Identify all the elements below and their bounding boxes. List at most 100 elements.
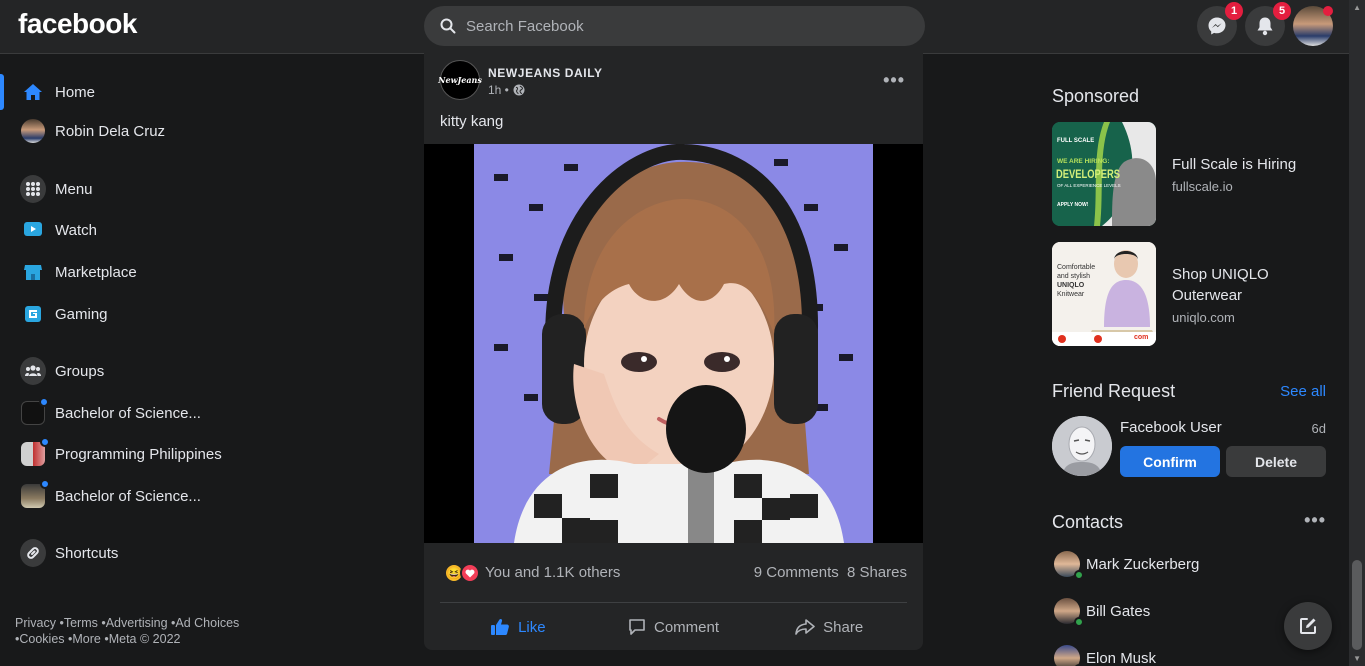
sidebar-item-home[interactable]: Home bbox=[0, 72, 300, 112]
sidebar-item-label: Marketplace bbox=[55, 263, 137, 281]
reaction-icons[interactable]: 😆 bbox=[444, 563, 480, 583]
sidebar-item-menu[interactable]: Menu bbox=[0, 169, 300, 209]
account-alert-dot bbox=[1323, 6, 1333, 16]
actions-divider bbox=[440, 602, 907, 603]
footer-links-line-2[interactable]: •Cookies •More •Meta © 2022 bbox=[15, 631, 285, 647]
account-avatar[interactable] bbox=[1293, 6, 1333, 46]
search-input[interactable] bbox=[466, 17, 906, 35]
sidebar-item-shortcuts[interactable]: Shortcuts bbox=[0, 533, 300, 573]
scroll-down-arrow-icon[interactable]: ▼ bbox=[1353, 654, 1361, 663]
sidebar-item-label: Shortcuts bbox=[55, 544, 119, 562]
contact-item[interactable]: Mark Zuckerberg bbox=[1052, 546, 1326, 582]
bell-icon bbox=[1257, 17, 1273, 36]
ad-uniqlo-text-4: Knitwear bbox=[1057, 291, 1085, 298]
marketplace-icon bbox=[20, 259, 46, 285]
search-icon bbox=[440, 18, 456, 34]
sidebar-item-label: Home bbox=[55, 83, 96, 101]
ad-uniqlo[interactable]: Comfortable and stylish UNIQLO Knitwear … bbox=[1052, 242, 1326, 346]
unread-dot bbox=[40, 479, 50, 489]
ad-fullscale-domain: fullscale.io bbox=[1172, 179, 1233, 194]
messenger-icon bbox=[1208, 17, 1226, 35]
sidebar-item-label: Bachelor of Science... bbox=[55, 487, 201, 505]
sidebar-item-group-programming-ph[interactable]: Programming Philippines bbox=[0, 434, 300, 474]
home-icon bbox=[20, 79, 46, 105]
like-label: Like bbox=[518, 618, 546, 636]
sidebar-item-gaming[interactable]: Gaming bbox=[0, 294, 300, 334]
globe-icon bbox=[513, 84, 525, 96]
like-button[interactable]: Like bbox=[440, 608, 596, 646]
footer-links-line-1[interactable]: Privacy •Terms •Advertising •Ad Choices bbox=[15, 615, 285, 631]
sidebar-item-label: Programming Philippines bbox=[55, 445, 222, 463]
page-avatar[interactable]: NewJeans bbox=[438, 60, 482, 100]
contact-name: Bill Gates bbox=[1086, 602, 1151, 620]
shares-count[interactable]: 8 Shares bbox=[847, 564, 907, 581]
sidebar-item-label: Watch bbox=[55, 221, 97, 239]
online-indicator bbox=[1074, 617, 1084, 627]
scrollbar-thumb[interactable] bbox=[1352, 560, 1362, 650]
unread-dot bbox=[40, 437, 50, 447]
delete-button[interactable]: Delete bbox=[1226, 446, 1326, 477]
ad-fullscale-levels: OF ALL EXPERIENCE LEVELS bbox=[1057, 183, 1121, 188]
confirm-button[interactable]: Confirm bbox=[1120, 446, 1220, 477]
sidebar-item-marketplace[interactable]: Marketplace bbox=[0, 252, 300, 292]
sidebar-item-group-bachelor-1[interactable]: Bachelor of Science... bbox=[0, 393, 300, 433]
friend-request-name[interactable]: Facebook User bbox=[1120, 419, 1222, 436]
scroll-up-arrow-icon[interactable]: ▲ bbox=[1353, 3, 1361, 12]
friend-request-avatar[interactable] bbox=[1052, 416, 1112, 476]
post-image[interactable] bbox=[424, 144, 923, 543]
comment-label: Comment bbox=[653, 618, 720, 636]
sidebar-item-watch[interactable]: Watch bbox=[0, 210, 300, 250]
ad-uniqlo-domain: uniqlo.com bbox=[1172, 310, 1235, 325]
ad-fullscale-brand: FULL SCALE bbox=[1057, 138, 1095, 144]
unread-dot bbox=[39, 397, 49, 407]
profile-avatar bbox=[20, 118, 46, 144]
group-thumbnail bbox=[20, 397, 49, 426]
sidebar-item-label: Bachelor of Science... bbox=[55, 404, 201, 422]
messenger-button[interactable]: 1 bbox=[1197, 2, 1243, 46]
contact-name: Elon Musk bbox=[1086, 649, 1157, 666]
online-indicator bbox=[1074, 570, 1084, 580]
post-time[interactable]: 1h • bbox=[488, 83, 509, 97]
friend-request-title: Friend Request bbox=[1052, 381, 1176, 401]
contacts-title: Contacts bbox=[1052, 512, 1124, 532]
post-text: kitty kang bbox=[440, 113, 504, 130]
ad-uniqlo-text-5: com bbox=[1134, 334, 1149, 341]
ad-fullscale-title[interactable]: Full Scale is Hiring bbox=[1172, 154, 1322, 175]
comments-count[interactable]: 9 Comments bbox=[754, 564, 839, 581]
sidebar-item-profile[interactable]: Robin Dela Cruz bbox=[0, 111, 300, 151]
notifications-button[interactable]: 5 bbox=[1245, 2, 1291, 46]
ad-fullscale[interactable]: FULL SCALE WE ARE HIRING: DEVELOPERS OF … bbox=[1052, 122, 1326, 226]
see-all-link[interactable]: See all bbox=[1280, 383, 1326, 400]
menu-grid-icon bbox=[20, 175, 46, 203]
sidebar-item-group-bachelor-2[interactable]: Bachelor of Science... bbox=[0, 476, 300, 516]
ad-fullscale-apply: APPLY NOW! bbox=[1057, 202, 1089, 208]
search-box[interactable] bbox=[424, 6, 925, 46]
page-avatar-text: NewJeans bbox=[438, 75, 482, 85]
ad-uniqlo-text-3: UNIQLO bbox=[1057, 282, 1085, 289]
page-scrollbar[interactable]: ▲ ▼ bbox=[1349, 0, 1365, 666]
sidebar-item-label: Gaming bbox=[55, 305, 108, 323]
watch-icon bbox=[20, 217, 46, 243]
comment-button[interactable]: Comment bbox=[596, 608, 752, 646]
ad-uniqlo-title[interactable]: Shop UNIQLO Outerwear bbox=[1172, 264, 1322, 306]
share-button[interactable]: Share bbox=[751, 608, 907, 646]
feed-post: NewJeans NEWJEANS DAILY 1h • ••• kitty k… bbox=[424, 52, 923, 650]
sidebar-item-groups[interactable]: Groups bbox=[0, 351, 300, 391]
contact-item[interactable]: Elon Musk bbox=[1052, 640, 1326, 666]
sidebar-item-label: Menu bbox=[55, 180, 93, 198]
new-message-button[interactable] bbox=[1284, 602, 1332, 650]
post-page-name[interactable]: NEWJEANS DAILY bbox=[488, 66, 603, 80]
sidebar-item-label: Robin Dela Cruz bbox=[55, 122, 166, 140]
ad-uniqlo-text-2: and stylish bbox=[1057, 273, 1091, 280]
share-arrow-icon bbox=[795, 619, 815, 635]
footer-links[interactable]: Privacy •Terms •Advertising •Ad Choices … bbox=[15, 615, 285, 647]
gaming-icon bbox=[20, 301, 46, 327]
ad-fullscale-image: FULL SCALE WE ARE HIRING: DEVELOPERS OF … bbox=[1052, 122, 1156, 226]
post-more-icon[interactable]: ••• bbox=[883, 70, 905, 91]
reactions-count[interactable]: You and 1.1K others bbox=[485, 564, 620, 581]
contacts-more-icon[interactable]: ••• bbox=[1304, 510, 1326, 531]
compose-icon bbox=[1300, 618, 1316, 634]
facebook-logo[interactable]: facebook bbox=[18, 8, 137, 40]
sidebar-item-label: Groups bbox=[55, 362, 105, 380]
thumbs-up-icon bbox=[491, 619, 509, 635]
